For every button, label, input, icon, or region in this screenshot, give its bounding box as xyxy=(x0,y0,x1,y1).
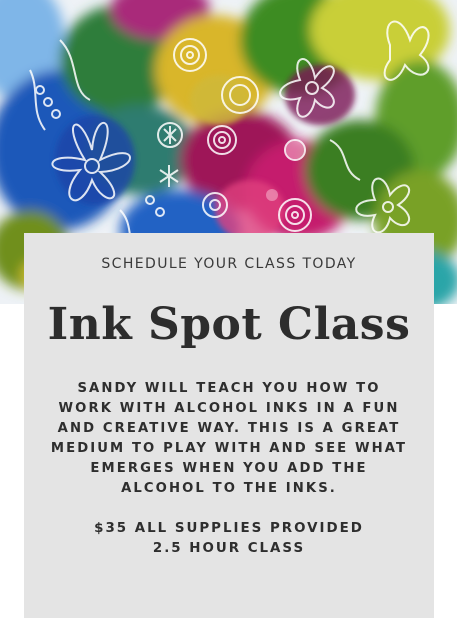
class-description: SANDY WILL TEACH YOU HOW TO WORK WITH AL… xyxy=(50,381,408,496)
class-info-card: SCHEDULE YOUR CLASS TODAY Ink Spot Class… xyxy=(24,233,434,618)
price-line: $35 ALL SUPPLIES PROVIDED xyxy=(94,521,364,536)
schedule-heading: SCHEDULE YOUR CLASS TODAY xyxy=(101,256,357,272)
class-details: $35 ALL SUPPLIES PROVIDED 2.5 HOUR CLASS xyxy=(24,519,434,559)
class-title: Ink Spot Class xyxy=(47,299,411,350)
duration-line: 2.5 HOUR CLASS xyxy=(152,541,306,556)
